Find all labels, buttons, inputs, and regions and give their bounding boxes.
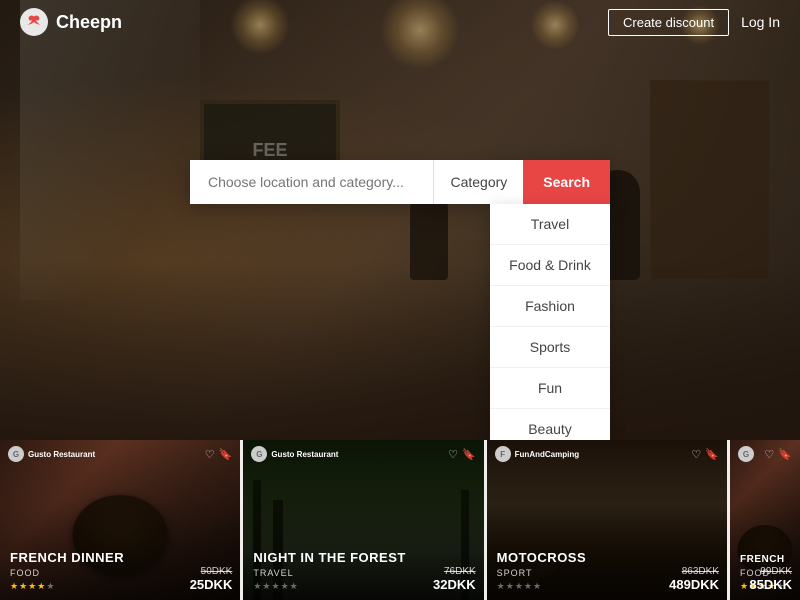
restaurant-info-1: G Gusto Restaurant bbox=[8, 446, 95, 462]
dropdown-item-fun[interactable]: Fun bbox=[490, 368, 610, 409]
star-e5: ★ bbox=[290, 581, 298, 592]
hero-section: FEE Cheepn Create discount Log In Catego… bbox=[0, 0, 800, 440]
card-title-1: FRENCH DINNER bbox=[10, 550, 230, 566]
restaurant-name-3: FunAndCamping bbox=[515, 450, 579, 459]
star-3-e2: ★ bbox=[506, 581, 514, 592]
restaurant-avatar-4: G bbox=[738, 446, 754, 462]
cards-section: G Gusto Restaurant ♡ 🔖 FRENCH DINNER FOO… bbox=[0, 440, 800, 600]
star-e4: ★ bbox=[281, 581, 289, 592]
hero-overlay bbox=[0, 0, 800, 440]
price-original-4: 99DKK bbox=[749, 566, 792, 577]
price-original-3: 863DKK bbox=[669, 566, 719, 577]
dropdown-item-beauty[interactable]: Beauty bbox=[490, 409, 610, 440]
login-button[interactable]: Log In bbox=[741, 14, 780, 30]
card-header-2: G Gusto Restaurant ♡ 🔖 bbox=[251, 446, 475, 462]
bookmark-icon-3[interactable]: 🔖 bbox=[705, 448, 719, 461]
card-title-2: NIGHT IN THE FOREST bbox=[253, 550, 473, 566]
star-3-e1: ★ bbox=[497, 581, 505, 592]
search-container: Category Search Travel Food & Drink Fash… bbox=[190, 160, 610, 204]
card-header-1: G Gusto Restaurant ♡ 🔖 bbox=[8, 446, 232, 462]
star-1: ★ bbox=[10, 581, 18, 592]
search-box: Category Search bbox=[190, 160, 610, 204]
price-discounted-4: 85DKK bbox=[749, 577, 792, 592]
card-actions-1: ♡ 🔖 bbox=[205, 448, 233, 461]
star-3-e5: ★ bbox=[533, 581, 541, 592]
card-actions-4: ♡ 🔖 bbox=[764, 448, 792, 461]
category-dropdown: Travel Food & Drink Fashion Sports Fun B… bbox=[490, 204, 610, 440]
dropdown-item-sports[interactable]: Sports bbox=[490, 327, 610, 368]
card-price-4: 99DKK 85DKK bbox=[749, 566, 792, 592]
price-discounted-2: 32DKK bbox=[433, 577, 476, 592]
create-discount-button[interactable]: Create discount bbox=[608, 9, 729, 36]
nav-actions: Create discount Log In bbox=[608, 9, 780, 36]
star-3: ★ bbox=[28, 581, 36, 592]
logo-icon bbox=[20, 8, 48, 36]
restaurant-info-4: G bbox=[738, 446, 754, 462]
dropdown-item-food-drink[interactable]: Food & Drink bbox=[490, 245, 610, 286]
app-name: Cheepn bbox=[56, 12, 122, 33]
restaurant-info-3: F FunAndCamping bbox=[495, 446, 579, 462]
price-original-1: 50DKK bbox=[190, 566, 233, 577]
card-price-3: 863DKK 489DKK bbox=[669, 566, 719, 592]
heart-icon-2[interactable]: ♡ bbox=[448, 448, 458, 461]
card-actions-3: ♡ 🔖 bbox=[691, 448, 719, 461]
search-input[interactable] bbox=[190, 160, 433, 204]
restaurant-info-2: G Gusto Restaurant bbox=[251, 446, 338, 462]
restaurant-avatar-2: G bbox=[251, 446, 267, 462]
heart-icon-3[interactable]: ♡ bbox=[691, 448, 701, 461]
bookmark-icon-1[interactable]: 🔖 bbox=[219, 448, 233, 461]
logo: Cheepn bbox=[20, 8, 122, 36]
dropdown-item-travel[interactable]: Travel bbox=[490, 204, 610, 245]
price-discounted-1: 25DKK bbox=[190, 577, 233, 592]
star-e2: ★ bbox=[262, 581, 270, 592]
heart-icon-4[interactable]: ♡ bbox=[764, 448, 774, 461]
restaurant-avatar-3: F bbox=[495, 446, 511, 462]
star-4-1: ★ bbox=[740, 581, 748, 592]
card-french-dinner-2[interactable]: G ♡ 🔖 FRENCH FOOD ★ ★ ★ ★ ★ 99DKK 85DKK bbox=[730, 440, 800, 600]
navbar: Cheepn Create discount Log In bbox=[0, 0, 800, 44]
card-title-3: MOTOCROSS bbox=[497, 550, 717, 566]
card-french-dinner-1[interactable]: G Gusto Restaurant ♡ 🔖 FRENCH DINNER FOO… bbox=[0, 440, 243, 600]
card-price-1: 50DKK 25DKK bbox=[190, 566, 233, 592]
bookmark-icon-4[interactable]: 🔖 bbox=[778, 448, 792, 461]
card-price-2: 76DKK 32DKK bbox=[433, 566, 476, 592]
card-night-forest[interactable]: G Gusto Restaurant ♡ 🔖 NIGHT IN THE FORE… bbox=[243, 440, 486, 600]
search-button[interactable]: Search bbox=[523, 160, 610, 204]
star-2: ★ bbox=[19, 581, 27, 592]
star-5: ★ bbox=[46, 581, 54, 592]
price-discounted-3: 489DKK bbox=[669, 577, 719, 592]
bird-icon bbox=[25, 13, 43, 31]
card-header-3: F FunAndCamping ♡ 🔖 bbox=[495, 446, 719, 462]
card-motocross[interactable]: F FunAndCamping ♡ 🔖 MOTOCROSS SPORT ★ ★ … bbox=[487, 440, 730, 600]
card-actions-2: ♡ 🔖 bbox=[448, 448, 476, 461]
star-e3: ★ bbox=[271, 581, 279, 592]
bookmark-icon-2[interactable]: 🔖 bbox=[462, 448, 476, 461]
star-3-e3: ★ bbox=[515, 581, 523, 592]
dropdown-item-fashion[interactable]: Fashion bbox=[490, 286, 610, 327]
category-button[interactable]: Category bbox=[433, 160, 523, 204]
star-e1: ★ bbox=[253, 581, 261, 592]
restaurant-name-2: Gusto Restaurant bbox=[271, 450, 338, 459]
heart-icon-1[interactable]: ♡ bbox=[205, 448, 215, 461]
restaurant-avatar-1: G bbox=[8, 446, 24, 462]
card-title-4: FRENCH bbox=[740, 554, 790, 566]
card-header-4: G ♡ 🔖 bbox=[738, 446, 792, 462]
star-3-e4: ★ bbox=[524, 581, 532, 592]
price-original-2: 76DKK bbox=[433, 566, 476, 577]
star-4: ★ bbox=[37, 581, 45, 592]
restaurant-name-1: Gusto Restaurant bbox=[28, 450, 95, 459]
